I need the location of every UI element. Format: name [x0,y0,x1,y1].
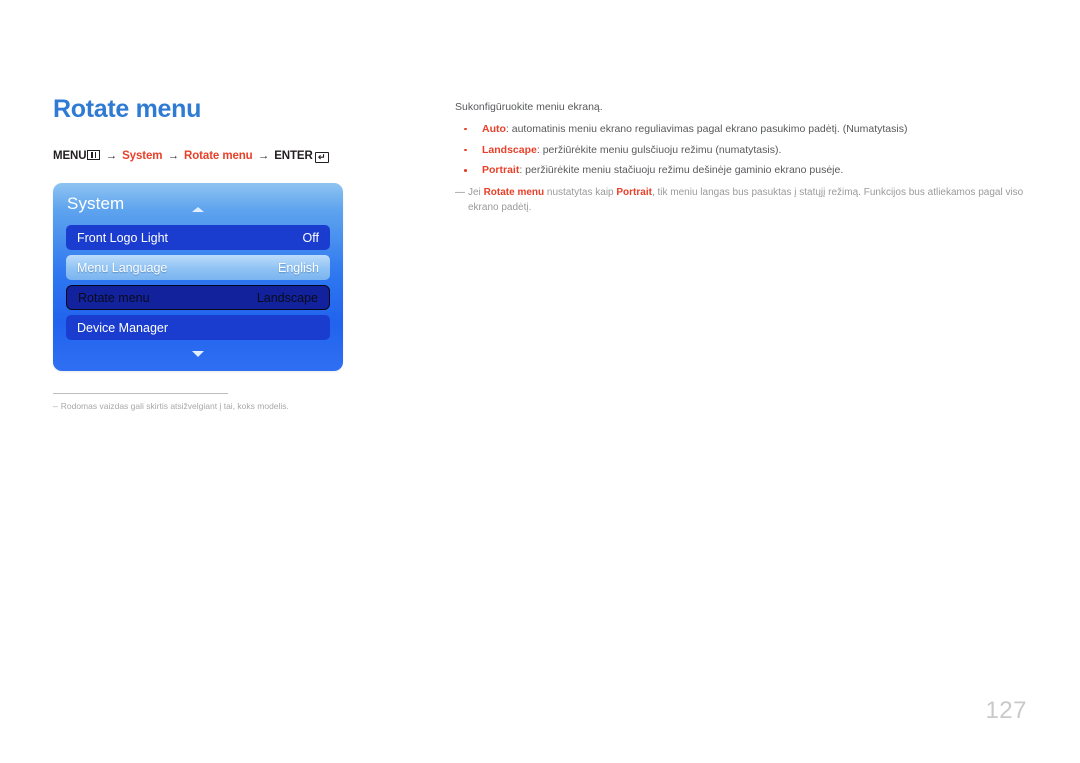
footnote-text-line: – Rodomas vaizdas gali skirtis atsižvelgi… [53,401,289,413]
breadcrumb-arrow-1: → [105,149,118,162]
menu-bars-icon [87,149,101,160]
page-title: Rotate menu [53,95,202,123]
bullet-keyword: Portrait [482,164,520,177]
osd-row-menu-language[interactable]: Menu Language English [66,255,330,280]
note-keyword-portrait: Portrait [616,187,652,198]
bullet-text: : peržiūrėkite meniu gulsčiuoju režimu (… [536,143,782,156]
breadcrumb-menu-label: MENU [53,149,87,162]
breadcrumb-item-system: System [122,149,163,162]
breadcrumb-item-rotate-menu: Rotate menu [184,149,253,162]
osd-footer [53,345,343,371]
left-column: Rotate menu MENU → System → Rotate menu … [53,95,423,413]
osd-row-list: Front Logo Light Off Menu Language Engli… [53,225,343,340]
breadcrumb-arrow-3: → [257,149,270,162]
left-footnote: – Rodomas vaizdas gali skirtis atsižvelgi… [53,393,289,413]
option-bullet-list: Auto: automatinis meniu ekrano reguliavi… [455,122,1030,179]
bullet-text: : automatinis meniu ekrano reguliavimas … [505,122,908,135]
note-dash: — [455,187,465,198]
bullet-dot-icon [464,169,467,172]
bullet-item-auto: Auto: automatinis meniu ekrano reguliavi… [455,122,1030,138]
footnote-dash: – [53,401,58,411]
bullet-text: : peržiūrėkite meniu stačiuoju režimu de… [519,164,844,177]
note-paragraph: — Jei Rotate menu nustatytas kaip Portrai… [455,186,1030,215]
breadcrumb-enter-label: ENTER [274,149,313,162]
chevron-up-icon[interactable] [192,207,204,212]
bullet-dot-icon [464,148,467,151]
osd-header: System [53,183,343,225]
note-keyword-rotate-menu: Rotate menu [483,187,545,198]
bullet-item-landscape: Landscape: peržiūrėkite meniu gulsčiuoju… [455,143,1030,159]
osd-row-label: Menu Language [77,260,168,275]
page-number: 127 [985,697,1027,724]
breadcrumb: MENU → System → Rotate menu → ENTER ↵ [53,149,423,163]
note-part-2: nustatytas kaip [544,187,617,198]
footnote-divider [53,393,228,394]
osd-row-device-manager[interactable]: Device Manager [66,315,330,340]
bullet-item-portrait: Portrait: peržiūrėkite meniu stačiuoju r… [455,163,1030,179]
intro-paragraph: Sukonfigūruokite meniu ekraną. [455,101,603,113]
osd-row-value: Landscape [256,290,318,305]
osd-row-value: Off [302,230,319,245]
breadcrumb-arrow-2: → [167,149,180,162]
osd-row-rotate-menu[interactable]: Rotate menu Landscape [66,285,330,310]
chevron-down-icon[interactable] [192,351,204,357]
bullet-dot-icon [464,127,467,131]
bullet-keyword: Auto [482,122,506,135]
note-part-1: Jei [468,187,484,198]
osd-panel: System Front Logo Light Off Menu Languag… [53,183,343,371]
osd-title: System [67,194,125,213]
osd-row-value: English [278,260,319,275]
osd-row-front-logo-light[interactable]: Front Logo Light Off [66,225,330,250]
right-column: Sukonfigūruokite meniu ekraną. Auto: aut… [455,100,1030,215]
osd-row-label: Front Logo Light [77,230,169,245]
osd-row-label: Rotate menu [78,290,150,305]
bullet-keyword: Landscape [482,143,537,156]
osd-row-label: Device Manager [77,320,169,335]
enter-return-icon: ↵ [314,152,329,163]
document-page: Rotate menu MENU → System → Rotate menu … [0,0,1080,763]
footnote-text: Rodomas vaizdas gali skirtis atsižvelgia… [60,401,289,411]
